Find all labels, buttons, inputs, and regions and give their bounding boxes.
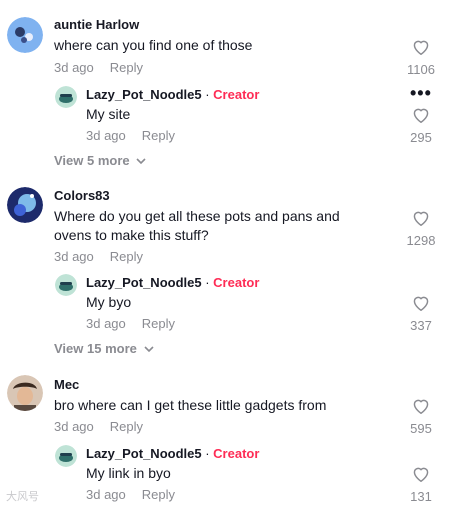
like-count: 131 [410,489,432,504]
reply-button[interactable]: Reply [142,487,175,502]
comment-username[interactable]: auntie Harlow [54,17,139,32]
like-button[interactable]: 595 [401,398,441,436]
heart-outline-icon [413,40,429,56]
like-button[interactable]: 131 [401,466,441,504]
reply-meta: 3d ago Reply [86,316,175,331]
comment-meta: 3d ago Reply [54,419,143,434]
comment-age: 3d ago [54,60,94,75]
like-button[interactable]: 337 [401,295,441,333]
creator-label: Creator [213,87,260,102]
reply-username-line[interactable]: Lazy_Pot_Noodle5 · Creator [86,87,259,102]
reply-meta: 3d ago Reply [86,128,175,143]
like-count: 1106 [407,62,435,77]
more-dots-icon[interactable]: ••• [410,83,432,104]
reply-username[interactable]: Lazy_Pot_Noodle [86,446,194,461]
reply-username[interactable]: Lazy_Pot_Noodle [86,275,194,290]
comment-meta: 3d ago Reply [54,249,143,264]
view-more-replies[interactable]: View 15 more [54,341,154,356]
chevron-down-icon [136,158,146,165]
like-count: 337 [410,318,432,333]
like-count: 295 [410,130,432,145]
avatar[interactable] [7,187,43,223]
username-badge: 5 [194,87,202,102]
creator-avatar[interactable] [55,445,77,467]
comment-text: Where do you get all these pots and pans… [54,208,340,224]
watermark: 大风号 [6,491,39,503]
like-button[interactable]: 1298 [401,210,441,248]
creator-avatar[interactable] [55,274,77,296]
comment-text: ovens to make this stuff? [54,227,209,243]
reply-text: My link in byo [86,465,171,481]
reply-age: 3d ago [86,316,126,331]
heart-outline-icon [413,399,429,415]
comment-meta: 3d ago Reply [54,60,143,75]
comment-text: bro where can I get these little gadgets… [54,397,327,413]
creator-label: Creator [213,446,260,461]
avatar[interactable] [7,17,43,53]
comment-age: 3d ago [54,419,94,434]
reply-text: My byo [86,294,132,310]
username-badge: 5 [194,446,202,461]
reply-button[interactable]: Reply [110,419,143,434]
heart-outline-icon [413,108,429,124]
reply-button[interactable]: Reply [142,316,175,331]
reply-age: 3d ago [86,128,126,143]
reply-username-line[interactable]: Lazy_Pot_Noodle5 · Creator [86,275,259,290]
view-more-replies[interactable]: View 5 more [54,153,146,168]
like-button[interactable]: 295 [401,107,441,145]
reply-button[interactable]: Reply [142,128,175,143]
heart-outline-icon [413,211,429,227]
reply-text: My site [86,106,131,122]
comment-age: 3d ago [54,249,94,264]
creator-label: Creator [213,275,260,290]
reply-button[interactable]: Reply [110,60,143,75]
heart-outline-icon [413,296,429,312]
username-badge: 5 [194,275,202,290]
chevron-down-icon [143,346,154,353]
view-more-label[interactable]: View 5 more [54,153,130,168]
reply-age: 3d ago [86,487,126,502]
like-button[interactable]: 1106 [401,39,441,77]
reply-username-line[interactable]: Lazy_Pot_Noodle5 · Creator [86,446,259,461]
like-count: 595 [410,421,432,436]
avatar[interactable] [7,375,43,411]
comment-username[interactable]: Mec [54,377,79,392]
reply-button[interactable]: Reply [110,249,143,264]
view-more-label[interactable]: View 15 more [54,341,137,356]
reply-meta: 3d ago Reply [86,487,175,502]
like-count: 1298 [406,233,436,248]
comment-text: where can you find one of those [54,37,253,53]
heart-outline-icon [413,467,429,483]
reply-username[interactable]: Lazy_Pot_Noodle [86,87,194,102]
creator-avatar[interactable] [55,86,77,108]
comment-username[interactable]: Colors83 [54,188,110,203]
